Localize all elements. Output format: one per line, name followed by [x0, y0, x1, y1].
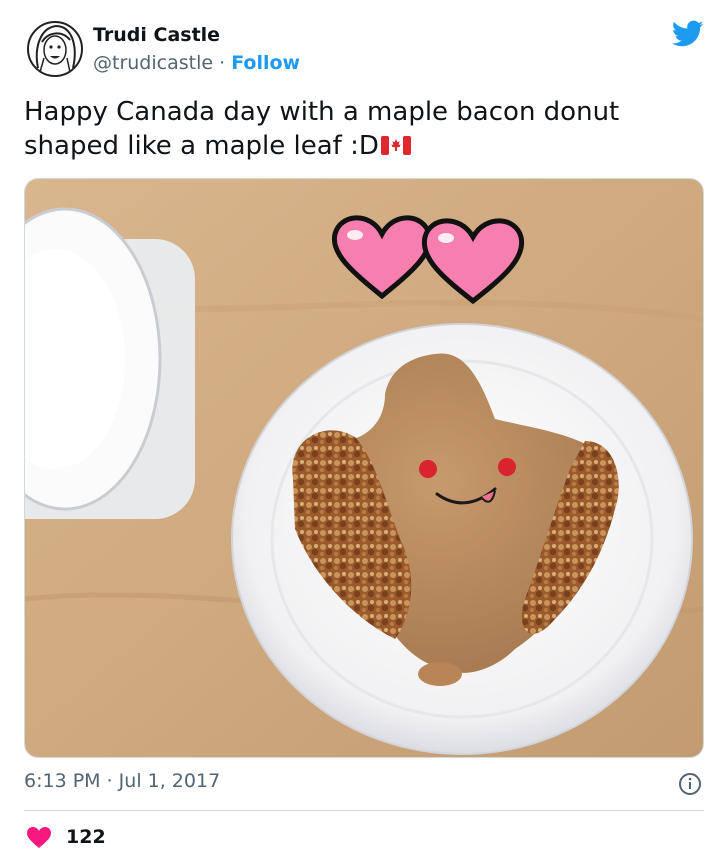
- canada-flag-icon: [380, 136, 411, 155]
- tweet-text: Happy Canada day with a maple bacon donu…: [24, 95, 704, 163]
- avatar[interactable]: [26, 18, 84, 80]
- tweet-photo[interactable]: [24, 178, 704, 758]
- tweet-text-line-2: shaped like a maple leaf :D: [24, 129, 704, 163]
- author-name[interactable]: Trudi Castle: [93, 24, 220, 46]
- like-count[interactable]: 122: [66, 826, 106, 848]
- info-icon[interactable]: [678, 772, 702, 796]
- twitter-bird-icon[interactable]: [672, 20, 704, 48]
- author-handle[interactable]: @trudicastle: [93, 52, 213, 74]
- heart-icon[interactable]: [26, 826, 52, 850]
- divider: [24, 810, 704, 811]
- donut-photo-illustration: [25, 179, 703, 757]
- tweet-card: Trudi Castle @trudicastle · Follow Happy…: [0, 0, 728, 866]
- tweet-timestamp[interactable]: 6:13 PM · Jul 1, 2017: [24, 770, 220, 792]
- follow-link[interactable]: Follow: [231, 52, 300, 74]
- tweet-text-line-2-text: shaped like a maple leaf :D: [24, 131, 379, 161]
- tweet-text-line-1: Happy Canada day with a maple bacon donu…: [24, 97, 620, 127]
- handle-row: @trudicastle · Follow: [93, 52, 300, 74]
- separator-dot: ·: [213, 52, 232, 74]
